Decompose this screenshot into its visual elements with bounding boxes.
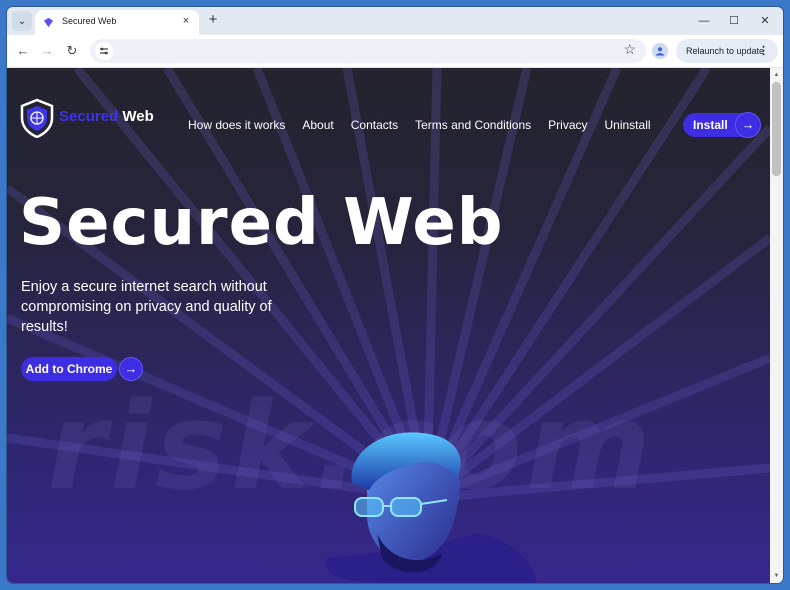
- scroll-up-icon[interactable]: ▲: [770, 69, 783, 81]
- logo-text-rest: Web: [118, 108, 154, 125]
- tune-icon: [100, 47, 108, 55]
- more-menu-icon[interactable]: ⋮: [758, 39, 769, 63]
- back-arrow-icon[interactable]: ←: [13, 41, 33, 61]
- address-bar[interactable]: ☆: [90, 39, 646, 63]
- nav-link-how-it-works[interactable]: How does it works: [188, 118, 285, 132]
- nav-link-privacy[interactable]: Privacy: [548, 118, 587, 132]
- nav-link-uninstall[interactable]: Uninstall: [605, 118, 651, 132]
- tab-search-button[interactable]: ⌄: [12, 11, 32, 31]
- close-window-button[interactable]: ✕: [752, 11, 778, 31]
- forward-arrow-icon[interactable]: →: [37, 41, 57, 61]
- browser-window: ⌄ Secured Web × + — ☐ ✕ ← → ↻ ☆ Relaunch…: [7, 7, 783, 583]
- maximize-button[interactable]: ☐: [721, 11, 747, 31]
- minimize-button[interactable]: —: [691, 11, 717, 31]
- tab-close-icon[interactable]: ×: [179, 14, 193, 28]
- arrow-right-icon: →: [735, 112, 761, 138]
- bookmark-star-icon[interactable]: ☆: [623, 41, 636, 58]
- logo-text-accent: Secured: [59, 108, 119, 125]
- shield-logo-icon[interactable]: [19, 98, 55, 138]
- person-icon: [656, 47, 664, 56]
- arrow-right-icon: →: [119, 357, 143, 381]
- add-to-chrome-button[interactable]: Add to Chrome →: [21, 357, 143, 381]
- hero-subtitle: Enjoy a secure internet search without c…: [21, 279, 272, 335]
- relaunch-label: Relaunch to update: [686, 46, 765, 56]
- browser-toolbar: ← → ↻ ☆ Relaunch to update ⋮: [7, 35, 783, 68]
- nav-link-terms[interactable]: Terms and Conditions: [415, 118, 531, 132]
- scroll-down-icon[interactable]: ▼: [770, 570, 783, 582]
- browser-tab[interactable]: Secured Web ×: [35, 10, 199, 35]
- install-label: Install: [693, 118, 728, 132]
- vertical-scrollbar[interactable]: ▲ ▼: [770, 68, 783, 583]
- nav-link-contacts[interactable]: Contacts: [351, 118, 398, 132]
- profile-avatar-icon[interactable]: [652, 43, 668, 59]
- scrollbar-thumb[interactable]: [772, 82, 781, 176]
- chevron-down-icon: ⌄: [17, 15, 27, 27]
- reload-icon[interactable]: ↻: [62, 41, 82, 61]
- page-viewport: risk.com Secured Web How does it works A…: [7, 68, 770, 583]
- site-info-button[interactable]: [95, 42, 113, 60]
- hero-title: Secured Web: [19, 186, 504, 260]
- logo-text[interactable]: Secured Web: [59, 108, 154, 125]
- tab-title: Secured Web: [62, 16, 117, 26]
- add-to-chrome-label: Add to Chrome: [21, 357, 117, 381]
- nav-link-about[interactable]: About: [302, 118, 333, 132]
- site-navigation: How does it works About Contacts Terms a…: [188, 118, 668, 132]
- favicon-icon: [43, 17, 54, 28]
- relaunch-button[interactable]: Relaunch to update ⋮: [676, 39, 778, 63]
- hero-man-illustration: [325, 432, 537, 583]
- title-bar: ⌄ Secured Web × + — ☐ ✕: [7, 7, 783, 35]
- new-tab-button[interactable]: +: [204, 11, 222, 29]
- install-button[interactable]: Install →: [683, 112, 761, 138]
